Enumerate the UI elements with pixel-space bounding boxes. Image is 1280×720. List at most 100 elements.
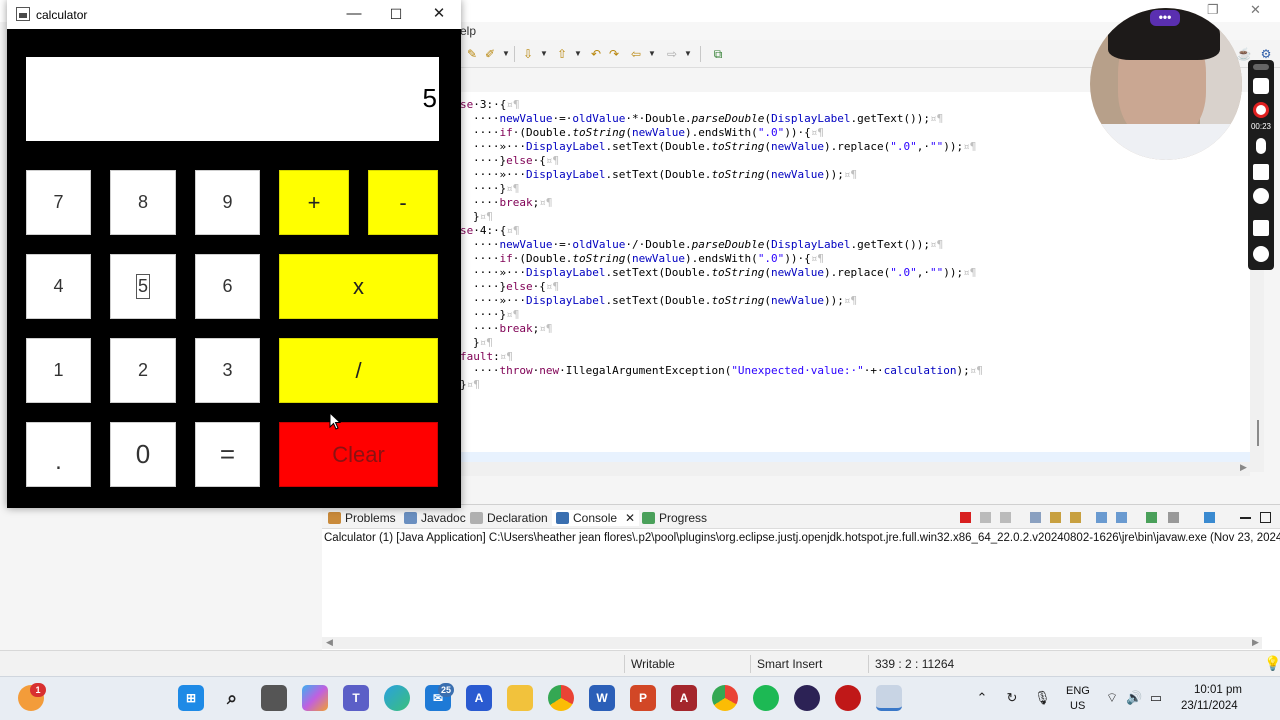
file-explorer-icon[interactable] [507, 685, 533, 711]
button-7[interactable]: 7 [26, 170, 91, 235]
plus-button[interactable]: + [279, 170, 349, 235]
word-icon[interactable]: W [589, 685, 615, 711]
pin-editor-icon[interactable]: ⧉ [710, 46, 726, 62]
scroll-right-icon[interactable]: ▶ [1240, 462, 1247, 473]
tab-console[interactable]: Console ✕ [552, 510, 640, 526]
tab-progress[interactable]: Progress [642, 510, 707, 526]
webcam-more-button[interactable]: ••• [1150, 10, 1180, 26]
editor-scroll-thumb[interactable] [1257, 420, 1259, 446]
remove-launch-icon[interactable] [980, 512, 991, 523]
close-tab-icon[interactable]: ✕ [625, 511, 635, 525]
multiply-button[interactable]: x [279, 254, 438, 319]
clear-button[interactable]: Clear [279, 422, 438, 487]
tab-declaration[interactable]: Declaration [470, 510, 548, 526]
battery-icon[interactable]: ▭ [1148, 690, 1164, 706]
camera-icon[interactable] [1253, 78, 1269, 94]
scroll-lock-icon[interactable] [1050, 512, 1061, 523]
copilot-icon[interactable] [302, 685, 328, 711]
previous-annotation-icon[interactable]: ⇧ [554, 46, 570, 62]
open-console-icon[interactable] [1204, 512, 1215, 523]
forward-edit-icon[interactable]: ↷ [606, 46, 622, 62]
clock-date[interactable]: 23/11/2024 [1181, 700, 1238, 712]
dropdown-arrow-icon[interactable]: ▼ [536, 46, 552, 62]
keyboard-region[interactable]: US [1070, 700, 1085, 712]
button-9[interactable]: 9 [195, 170, 260, 235]
clear-console-icon[interactable] [1030, 512, 1041, 523]
recorder-icon[interactable] [835, 685, 861, 711]
ide-close-icon[interactable]: ✕ [1250, 2, 1261, 18]
task-view-icon[interactable] [261, 685, 287, 711]
start-icon[interactable]: ⊞ [178, 685, 204, 711]
close-icon[interactable]: ✕ [429, 4, 449, 24]
remove-all-icon[interactable] [1000, 512, 1011, 523]
back-icon[interactable]: ⇦ [628, 46, 644, 62]
java-app-icon[interactable] [876, 685, 902, 711]
button-8[interactable]: 8 [110, 170, 176, 235]
divide-button[interactable]: / [279, 338, 438, 403]
tab-problems[interactable]: Problems [328, 510, 396, 526]
chevron-up-icon[interactable]: ⌃ [974, 690, 990, 706]
console-horizontal-scrollbar[interactable]: ◀ ▶ [322, 637, 1262, 649]
settings-gear-icon[interactable] [1253, 246, 1269, 262]
button-4[interactable]: 4 [26, 254, 91, 319]
edge-icon[interactable] [384, 685, 410, 711]
chrome-icon[interactable] [548, 685, 574, 711]
sync-icon[interactable]: ↻ [1004, 690, 1020, 706]
display-console-icon[interactable] [1168, 512, 1179, 523]
powerpoint-icon[interactable]: P [630, 685, 656, 711]
forward-icon[interactable]: ⇨ [664, 46, 680, 62]
clock-time[interactable]: 10:01 pm [1194, 684, 1242, 696]
button-0[interactable]: 0 [110, 422, 176, 487]
lightbulb-icon[interactable]: 💡 [1264, 655, 1280, 672]
keyboard-language[interactable]: ENG [1066, 685, 1090, 697]
next-annotation-icon[interactable]: ⇩ [520, 46, 536, 62]
maximize-icon[interactable] [1260, 512, 1271, 523]
last-edit-icon[interactable]: ↶ [588, 46, 604, 62]
decimal-button[interactable]: . [26, 422, 91, 487]
screen-icon[interactable] [1253, 220, 1269, 236]
equals-button[interactable]: = [195, 422, 260, 487]
button-5[interactable]: 5 [110, 254, 176, 319]
volume-icon[interactable]: 🔊 [1126, 690, 1142, 706]
minus-button[interactable]: - [368, 170, 438, 235]
webcam-icon[interactable] [1253, 188, 1269, 204]
scroll-left-icon[interactable]: ◀ [326, 637, 333, 648]
eclipse-icon[interactable] [794, 685, 820, 711]
minimize-icon[interactable]: — [344, 4, 364, 24]
word-wrap-icon[interactable] [1070, 512, 1081, 523]
webcam-overlay[interactable] [1090, 8, 1242, 160]
button-2[interactable]: 2 [110, 338, 176, 403]
speaker-icon[interactable] [1253, 164, 1269, 180]
maximize-icon[interactable]: ☐ [386, 4, 406, 24]
terminate-icon[interactable] [960, 512, 971, 523]
dropdown-arrow-icon[interactable]: ▼ [680, 46, 696, 62]
teams-icon[interactable]: T [343, 685, 369, 711]
button-3[interactable]: 3 [195, 338, 260, 403]
calculator-titlebar[interactable]: calculator — ☐ ✕ [7, 0, 461, 29]
dropdown-arrow-icon[interactable]: ▼ [570, 46, 586, 62]
recorder-handle-icon[interactable] [1253, 64, 1269, 70]
show-on-output-icon[interactable] [1096, 512, 1107, 523]
dropdown-arrow-icon[interactable]: ▼ [644, 46, 660, 62]
wifi-icon[interactable]: ⌔ [1104, 690, 1120, 706]
search-icon[interactable]: ⌕ [219, 685, 245, 711]
chrome-profile-icon[interactable] [712, 685, 738, 711]
microphone-icon[interactable] [1256, 138, 1266, 154]
button-1[interactable]: 1 [26, 338, 91, 403]
tab-javadoc[interactable]: Javadoc [404, 510, 466, 526]
editor-horizontal-scrollbar[interactable]: ▶ [460, 462, 1250, 476]
highlight-icon[interactable]: ✐ [482, 46, 498, 62]
toggle-mark-icon[interactable]: ✎ [464, 46, 480, 62]
scroll-right-icon[interactable]: ▶ [1252, 637, 1259, 648]
pin-console-icon[interactable] [1146, 512, 1157, 523]
button-6[interactable]: 6 [195, 254, 260, 319]
access-icon[interactable]: A [671, 685, 697, 711]
show-on-error-icon[interactable] [1116, 512, 1127, 523]
powerautomate-icon[interactable]: A [466, 685, 492, 711]
dropdown-arrow-icon[interactable]: ▼ [498, 46, 514, 62]
minimize-icon[interactable] [1240, 517, 1251, 519]
menu-help[interactable]: elp [460, 24, 476, 38]
record-icon[interactable] [1253, 102, 1269, 118]
microphone-icon[interactable]: 🎙 [1034, 690, 1051, 706]
spotify-icon[interactable] [753, 685, 779, 711]
